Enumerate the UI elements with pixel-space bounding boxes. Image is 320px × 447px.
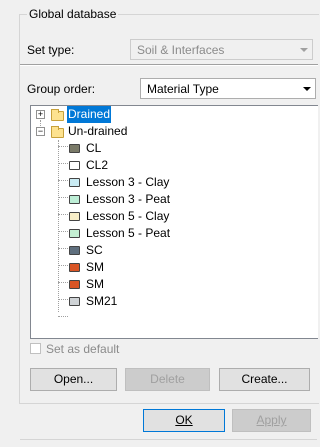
color-swatch-icon [69,195,80,204]
tree-group-label: Un-drained [68,124,128,138]
collapse-minus-icon[interactable]: − [36,127,45,136]
ok-button[interactable]: OK [143,409,225,432]
chevron-down-icon [295,40,312,59]
set-type-value: Soil & Interfaces [137,43,225,57]
set-type-label: Set type: [27,43,75,57]
apply-button-label: Apply [256,413,287,427]
tree-item-label: Lesson 3 - Peat [86,192,171,206]
material-tree[interactable]: + Drained − Un-drained CL CL2 Lesson 3 -… [30,105,318,339]
separator [20,439,317,440]
color-swatch-icon [69,178,80,187]
group-order-select[interactable]: Material Type [140,78,316,99]
color-swatch-icon [69,144,80,153]
global-database-title: Global database [27,7,119,21]
chevron-down-icon [298,79,315,98]
color-swatch-icon [69,297,80,306]
ok-button-label: OK [175,413,193,427]
open-button[interactable]: Open... [30,368,117,391]
set-as-default-label: Set as default [46,342,120,356]
group-order-label: Group order: [27,82,96,96]
set-type-select[interactable]: Soil & Interfaces [130,39,313,60]
tree-item-label: SM [86,260,104,274]
color-swatch-icon [69,229,80,238]
set-as-default-checkbox[interactable] [30,343,41,354]
color-swatch-icon [69,280,80,289]
tree-item-label: CL [86,141,102,155]
folder-icon [51,126,64,138]
create-button[interactable]: Create... [219,368,310,391]
tree-item-label: Lesson 5 - Clay [86,209,170,223]
tree-group-label: Drained [67,106,112,123]
tree-item-label: Lesson 3 - Clay [86,175,170,189]
apply-button[interactable]: Apply [232,409,311,432]
tree-item-label: Lesson 5 - Peat [86,226,171,240]
tree-item-label: SM [86,277,104,291]
expand-plus-icon[interactable]: + [36,110,45,119]
folder-icon [51,109,64,121]
tree-item-label: CL2 [86,158,109,172]
group-order-value: Material Type [147,82,219,96]
separator [20,64,318,66]
color-swatch-icon [69,212,80,221]
color-swatch-icon [69,246,80,255]
tree-item-label: SC [86,243,103,257]
delete-button[interactable]: Delete [125,368,210,391]
tree-item-label: SM21 [86,294,118,308]
color-swatch-icon [69,263,80,272]
color-swatch-icon [69,161,80,170]
